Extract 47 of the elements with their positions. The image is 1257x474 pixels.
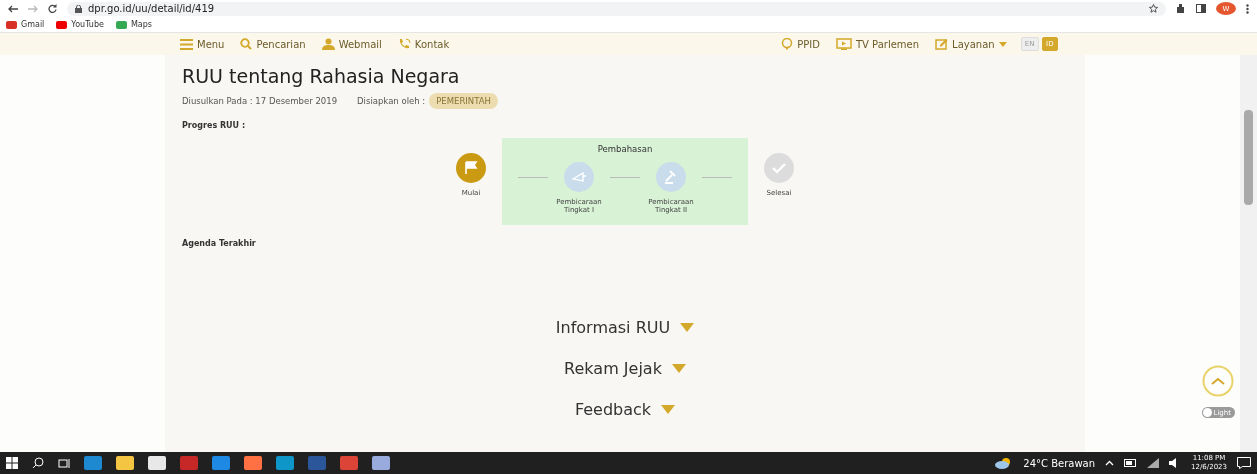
proposed-date: Diusulkan Pada : 17 Desember 2019	[182, 96, 338, 106]
scrollbar-thumb[interactable]	[1244, 110, 1253, 205]
url-text: dpr.go.id/uu/detail/id/419	[88, 3, 215, 14]
bookmark[interactable]: Maps	[115, 20, 152, 29]
nav-link[interactable]: Kontak	[397, 38, 450, 50]
menu-icon	[180, 38, 193, 50]
proposer-badge: PEMERINTAH	[429, 93, 498, 109]
reload-icon[interactable]	[48, 4, 57, 13]
notification-icon[interactable]	[1237, 457, 1251, 469]
phase-title: Pembahasan	[597, 144, 653, 154]
caret-icon	[680, 323, 695, 332]
nav-link[interactable]: Webmail	[321, 38, 382, 50]
sidebar-icon[interactable]	[1196, 4, 1206, 13]
nav-link[interactable]: PPID	[781, 38, 820, 50]
section-toggle[interactable]: Feedback	[574, 400, 676, 419]
task-view-icon[interactable]	[58, 457, 70, 469]
phone-icon	[397, 38, 411, 50]
section-toggle[interactable]: Informasi RUU	[555, 318, 695, 337]
bookmark[interactable]: Gmail	[6, 20, 45, 29]
nav-link[interactable]: Pencarian	[240, 38, 306, 50]
search-icon	[240, 38, 253, 50]
chat-bubble-icon	[781, 38, 794, 50]
back-icon[interactable]	[8, 4, 18, 13]
nav-link[interactable]: Layanan	[935, 38, 995, 50]
nav-link[interactable]: Menu	[180, 38, 225, 50]
agenda-label: Agenda Terakhir	[182, 239, 257, 248]
wifi-icon[interactable]	[1147, 458, 1160, 468]
windows-icon[interactable]	[6, 457, 18, 469]
prepared-label: Disiapkan oleh :	[357, 96, 426, 106]
star-icon[interactable]	[1149, 4, 1158, 13]
more-icon[interactable]	[1246, 3, 1249, 14]
address-bar[interactable]: dpr.go.id/uu/detail/id/419	[67, 1, 1166, 16]
search-icon[interactable]	[32, 457, 44, 469]
tv-icon	[835, 38, 852, 50]
weather-text: 24°C Berawan	[1023, 457, 1096, 469]
lock-icon	[75, 4, 82, 13]
battery-icon[interactable]	[1124, 459, 1138, 467]
nav-link[interactable]: TV Parlemen	[835, 38, 920, 50]
caret-icon	[671, 364, 686, 373]
person-icon	[321, 38, 335, 50]
chevron-icon[interactable]	[1105, 460, 1115, 466]
section-toggle[interactable]: Rekam Jejak	[564, 359, 686, 378]
edit-icon	[935, 38, 949, 50]
bookmark[interactable]: YouTube	[56, 20, 104, 29]
page-title: RUU tentang Rahasia Negara	[182, 65, 461, 87]
progress-label: Progres RUU :	[182, 121, 247, 130]
caret-icon	[661, 405, 676, 414]
